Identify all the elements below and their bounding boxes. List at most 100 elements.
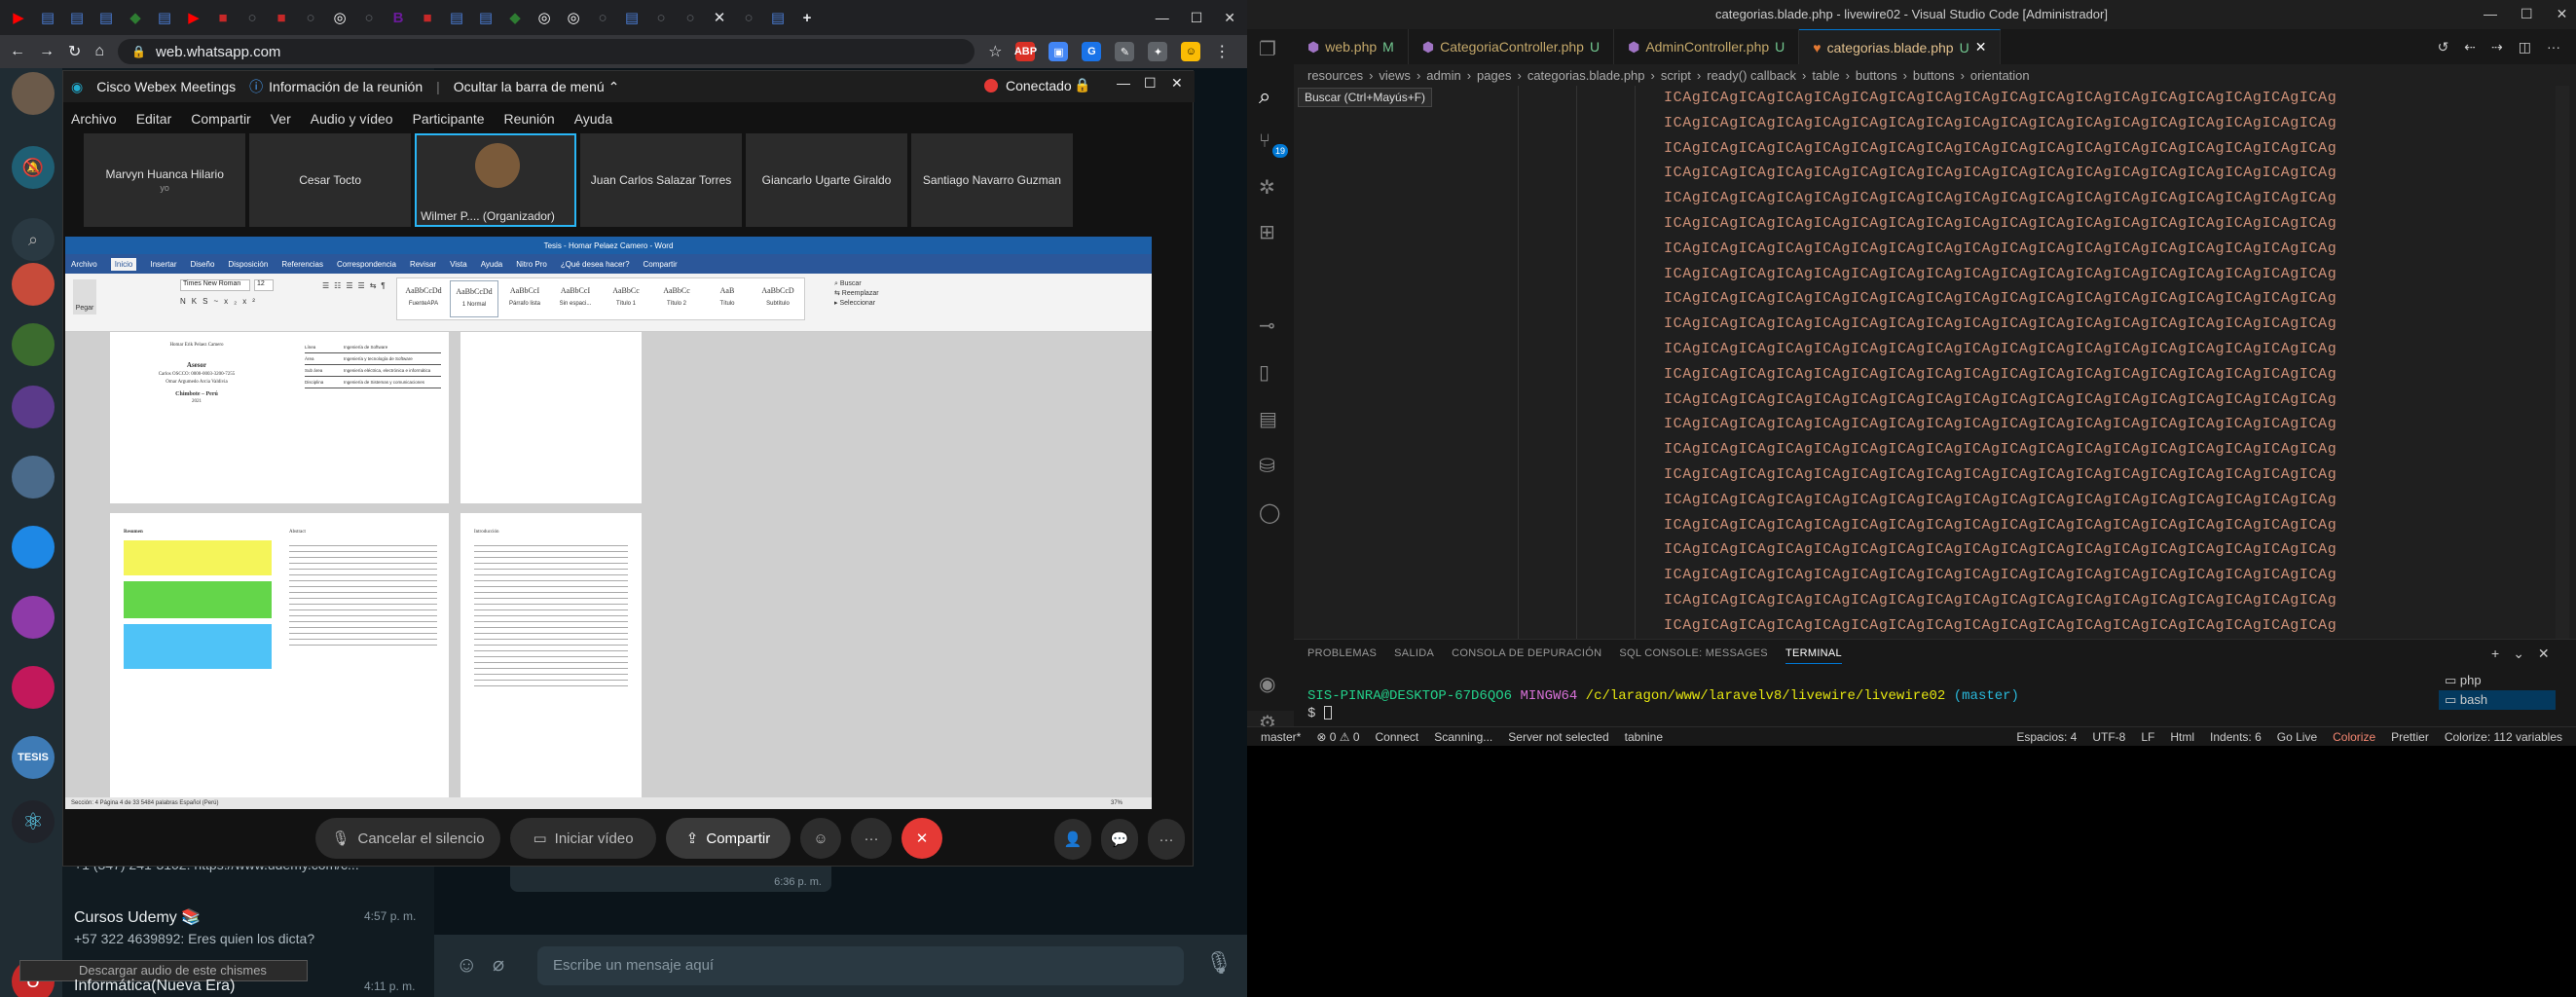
breadcrumb-item[interactable]: admin xyxy=(1426,68,1460,83)
word-tab[interactable]: Insertar xyxy=(150,260,176,269)
go-back-icon[interactable]: ⇠ xyxy=(2464,39,2476,55)
account-icon[interactable]: ◉ xyxy=(1259,672,1275,696)
search-icon[interactable]: ⌕ xyxy=(1259,84,1270,109)
breadcrumb-item[interactable]: buttons xyxy=(1856,68,1897,83)
chevron-up-icon[interactable]: ⌃ xyxy=(608,79,620,95)
breadcrumb-item[interactable]: script xyxy=(1661,68,1691,83)
avatar[interactable]: TESIS xyxy=(12,736,55,779)
participant-tile[interactable]: Marvyn Huanca Hilario yo xyxy=(84,133,246,227)
message-input[interactable]: Escribe un mensaje aquí xyxy=(537,946,1184,985)
style-option[interactable]: AaBbCcI Sin espaci... xyxy=(551,280,600,317)
history-icon[interactable]: ↺ xyxy=(2438,39,2449,55)
status-item[interactable]: Go Live xyxy=(2277,730,2317,744)
panel-tab[interactable]: CONSOLA DE DEPURACIÓN xyxy=(1452,647,1601,664)
breadcrumb-item[interactable]: resources xyxy=(1307,68,1363,83)
close-icon[interactable]: ✕ xyxy=(1171,75,1183,92)
abp-extension-icon[interactable]: ABP xyxy=(1014,42,1037,61)
minimize-icon[interactable]: — xyxy=(2484,6,2497,22)
menu-item[interactable]: Participante xyxy=(413,111,485,127)
hide-menu-button[interactable]: Ocultar la barra de menú xyxy=(454,79,605,94)
breadcrumb-item[interactable]: ready() callback xyxy=(1707,68,1796,83)
maximize-icon[interactable]: ☐ xyxy=(1191,10,1203,26)
leave-meeting-button[interactable]: ✕ xyxy=(902,818,942,859)
status-item[interactable]: Indents: 6 xyxy=(2210,730,2262,744)
extension-icon[interactable]: ✎ xyxy=(1115,42,1135,61)
more-icon[interactable]: ··· xyxy=(2547,39,2560,55)
status-item[interactable]: ⊗ 0 ⚠ 0 xyxy=(1316,730,1359,744)
menu-item[interactable]: Ver xyxy=(271,111,291,127)
close-icon[interactable]: ✕ xyxy=(1224,10,1235,26)
circle-icon[interactable]: ○ xyxy=(590,5,615,30)
notebook-icon[interactable]: ▯ xyxy=(1259,360,1270,385)
maximize-icon[interactable]: ☐ xyxy=(2521,6,2533,22)
chevron-down-icon[interactable]: ⌄ xyxy=(2513,646,2524,662)
panel-tab[interactable]: TERMINAL xyxy=(1785,647,1842,664)
circle-icon[interactable]: ○ xyxy=(356,5,382,30)
breadcrumb-item[interactable]: views xyxy=(1379,68,1411,83)
font-family-select[interactable]: Times New Roman xyxy=(180,279,250,291)
status-item[interactable]: UTF-8 xyxy=(2092,730,2125,744)
circle-icon[interactable]: ○ xyxy=(239,5,265,30)
status-item[interactable]: master* xyxy=(1261,730,1301,744)
avatar[interactable] xyxy=(12,526,55,569)
more-options-button[interactable]: ··· xyxy=(851,818,892,859)
add-icon[interactable]: + xyxy=(794,5,820,30)
style-option[interactable]: AaBbCcI Párrafo lista xyxy=(500,280,549,317)
red-icon[interactable]: ■ xyxy=(210,5,236,30)
green-icon[interactable]: ◆ xyxy=(502,5,528,30)
menu-item[interactable]: Compartir xyxy=(191,111,250,127)
avatar[interactable] xyxy=(12,666,55,709)
code-editor[interactable]: ICAgICAgICAgICAgICAgICAgICAgICAgICAgICAg… xyxy=(1294,86,2576,639)
bookmark-star-icon[interactable]: ☆ xyxy=(988,42,1002,61)
address-bar[interactable]: 🔒 web.whatsapp.com xyxy=(118,39,975,64)
page-icon[interactable]: ▤ xyxy=(765,5,791,30)
word-tab[interactable]: Ayuda xyxy=(481,260,503,269)
github-icon[interactable]: ◎ xyxy=(327,5,352,30)
participant-tile[interactable]: Santiago Navarro Guzman xyxy=(910,133,1073,227)
close-icon[interactable]: ✕ xyxy=(707,5,732,30)
page-icon[interactable]: ▤ xyxy=(152,5,177,30)
debug-icon[interactable]: ✲ xyxy=(1259,175,1275,200)
style-option[interactable]: AaB Título xyxy=(703,280,752,317)
more-panels-button[interactable]: ··· xyxy=(1148,819,1185,860)
start-video-button[interactable]: ▭ Iniciar vídeo xyxy=(510,818,656,859)
extension-icon[interactable]: ▣ xyxy=(1049,42,1069,61)
style-option[interactable]: AaBbCc Título 2 xyxy=(652,280,701,317)
status-item[interactable]: Prettier xyxy=(2391,730,2429,744)
source-control-icon[interactable]: ⑂ xyxy=(1259,130,1270,153)
word-tab[interactable]: Disposición xyxy=(228,260,268,269)
status-item[interactable]: Colorize xyxy=(2333,730,2375,744)
puzzle-icon[interactable]: ✦ xyxy=(1148,42,1168,61)
circle-icon[interactable]: ○ xyxy=(736,5,761,30)
panel-tab[interactable]: SQL CONSOLE: MESSAGES xyxy=(1619,647,1768,664)
status-item[interactable]: LF xyxy=(2141,730,2154,744)
add-icon[interactable]: + xyxy=(2491,646,2499,662)
meeting-info-link[interactable]: Información de la reunión xyxy=(269,79,423,94)
attach-icon[interactable]: ⌀ xyxy=(493,952,504,977)
status-item[interactable]: tabnine xyxy=(1625,730,1663,744)
scrollbar[interactable] xyxy=(2556,86,2569,639)
close-icon[interactable]: ✕ xyxy=(2538,646,2550,662)
breadcrumb-item[interactable]: table xyxy=(1812,68,1839,83)
home-icon[interactable]: ⌂ xyxy=(94,43,104,60)
status-item[interactable]: Espacios: 4 xyxy=(2016,730,2077,744)
emoji-icon[interactable]: ☺ xyxy=(456,952,477,978)
menu-dots-icon[interactable]: ⋮ xyxy=(1214,42,1230,61)
purple-icon[interactable]: B xyxy=(386,5,411,30)
page-icon[interactable]: ▤ xyxy=(35,5,60,30)
split-editor-icon[interactable]: ◫ xyxy=(2519,39,2531,55)
avatar[interactable] xyxy=(12,386,55,428)
avatar[interactable] xyxy=(12,263,55,306)
github-icon[interactable]: ◯ xyxy=(1259,500,1280,525)
reload-icon[interactable]: ↻ xyxy=(68,42,81,61)
circle-icon[interactable]: ○ xyxy=(678,5,703,30)
style-option[interactable]: AaBbCcDd FuenteAPA xyxy=(399,280,448,317)
editor-tab[interactable]: ⬢ AdminController.php U xyxy=(1614,29,1800,64)
extensions-icon[interactable]: ⊞ xyxy=(1259,220,1275,244)
avatar[interactable] xyxy=(12,596,55,639)
chat-name[interactable]: Cursos Udemy 📚 xyxy=(74,907,201,927)
github-icon[interactable]: ◎ xyxy=(561,5,586,30)
menu-item[interactable]: Audio y vídeo xyxy=(311,111,393,127)
status-item[interactable]: Connect xyxy=(1376,730,1419,744)
terminal-list-item[interactable]: ▭ php xyxy=(2439,671,2556,690)
